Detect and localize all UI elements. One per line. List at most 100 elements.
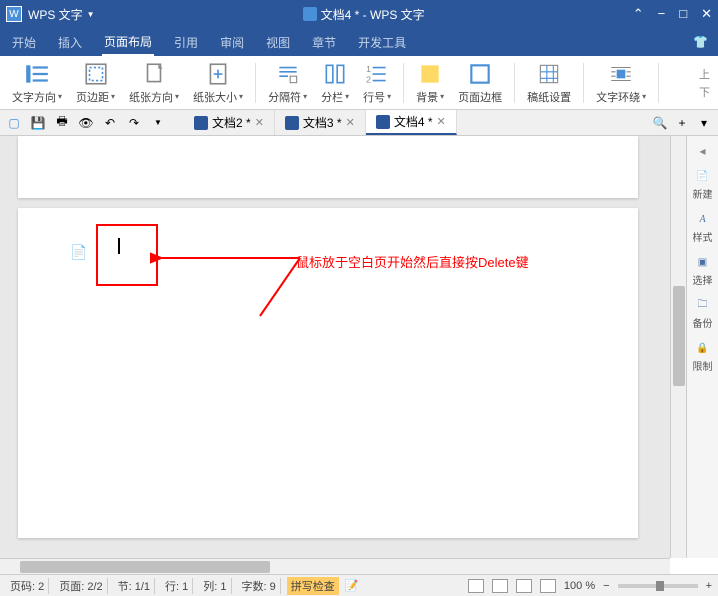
zoom-slider[interactable] bbox=[618, 584, 698, 588]
side-collapse-icon[interactable]: ◂ bbox=[699, 144, 705, 158]
vertical-scrollbar[interactable] bbox=[670, 136, 686, 558]
qat-save-icon[interactable]: 💾 bbox=[30, 115, 46, 131]
workspace: 📄 鼠标放于空白页开始然后直接按Delete键 ◂ 📄新建 A样式 ▣选择 🗀备… bbox=[0, 136, 718, 558]
select-icon: ▣ bbox=[695, 254, 711, 270]
view-mode-4[interactable] bbox=[540, 579, 556, 593]
ribbon-margins[interactable]: 页边距▾ bbox=[72, 59, 119, 107]
ribbon-background[interactable]: 背景▾ bbox=[412, 59, 448, 107]
ribbon-size[interactable]: 纸张大小▾ bbox=[189, 59, 247, 107]
app-dropdown-icon[interactable]: ▼ bbox=[87, 10, 95, 19]
status-page-code[interactable]: 页码: 2 bbox=[6, 578, 49, 594]
qat-new-icon[interactable]: ▢ bbox=[6, 115, 22, 131]
status-line[interactable]: 行: 1 bbox=[161, 578, 193, 594]
zoom-slider-thumb[interactable] bbox=[656, 581, 664, 591]
tab-list-icon[interactable]: ▾ bbox=[696, 115, 712, 131]
menu-view[interactable]: 视图 bbox=[264, 30, 292, 55]
page-1-bottom bbox=[18, 136, 638, 198]
status-draft-icon[interactable]: 📝 bbox=[345, 579, 359, 592]
side-select[interactable]: ▣选择 bbox=[693, 254, 713, 287]
status-section[interactable]: 节: 1/1 bbox=[114, 578, 155, 594]
status-spellcheck[interactable]: 拼写检查 bbox=[287, 577, 339, 595]
status-col[interactable]: 列: 1 bbox=[199, 578, 231, 594]
doc-tab-2[interactable]: 文档3 * ✕ bbox=[275, 110, 366, 135]
qat-dropdown-icon[interactable]: ▼ bbox=[150, 115, 166, 131]
size-icon bbox=[204, 61, 232, 87]
app-name: WPS 文字 bbox=[28, 6, 83, 23]
text-direction-icon bbox=[23, 61, 51, 87]
scroll-thumb[interactable] bbox=[20, 561, 270, 573]
annotation-box bbox=[96, 224, 158, 286]
wrap-icon bbox=[607, 61, 635, 87]
minimize-button[interactable]: − bbox=[658, 6, 666, 22]
menu-page-layout[interactable]: 页面布局 bbox=[102, 29, 154, 56]
page-border-icon bbox=[466, 61, 494, 87]
document-title: 文档4 * - WPS 文字 bbox=[321, 6, 425, 23]
zoom-out-button[interactable]: − bbox=[603, 580, 609, 592]
grid-paper-icon bbox=[535, 61, 563, 87]
menu-references[interactable]: 引用 bbox=[172, 30, 200, 55]
menu-start[interactable]: 开始 bbox=[10, 30, 38, 55]
orientation-icon bbox=[140, 61, 168, 87]
annotation-text: 鼠标放于空白页开始然后直接按Delete键 bbox=[296, 252, 529, 271]
side-new[interactable]: 📄新建 bbox=[693, 168, 713, 201]
side-style[interactable]: A样式 bbox=[693, 211, 713, 244]
qat-preview-icon[interactable]: 👁 bbox=[78, 115, 94, 131]
ribbon-columns[interactable]: 分栏▾ bbox=[317, 59, 353, 107]
ribbon: 文字方向▾ 页边距▾ 纸张方向▾ 纸张大小▾ 分隔符▾ 分栏▾ 12 行号▾ 背… bbox=[0, 56, 718, 110]
menu-bar: 开始 插入 页面布局 引用 审阅 视图 章节 开发工具 👕 bbox=[0, 28, 718, 56]
margins-icon bbox=[82, 61, 110, 87]
document-area[interactable]: 📄 鼠标放于空白页开始然后直接按Delete键 bbox=[0, 136, 670, 558]
word-doc-icon bbox=[376, 115, 390, 129]
background-icon bbox=[416, 61, 444, 87]
maximize-button[interactable]: □ bbox=[679, 6, 687, 22]
close-button[interactable]: ✕ bbox=[701, 6, 712, 22]
qat-print-icon[interactable]: 🖶 bbox=[54, 115, 70, 131]
view-mode-2[interactable] bbox=[492, 579, 508, 593]
ribbon-grid-paper[interactable]: 稿纸设置 bbox=[523, 59, 575, 107]
ribbon-line-numbers[interactable]: 12 行号▾ bbox=[359, 59, 395, 107]
ribbon-text-direction[interactable]: 文字方向▾ bbox=[8, 59, 66, 107]
menu-insert[interactable]: 插入 bbox=[56, 30, 84, 55]
add-tab-icon[interactable]: + bbox=[674, 115, 690, 131]
side-restrict[interactable]: 🔒限制 bbox=[693, 340, 713, 373]
svg-text:2: 2 bbox=[366, 74, 371, 84]
text-cursor bbox=[118, 238, 120, 254]
close-icon[interactable]: ✕ bbox=[437, 115, 446, 128]
side-backup[interactable]: 🗀备份 bbox=[693, 297, 713, 330]
ribbon-orientation[interactable]: 纸张方向▾ bbox=[125, 59, 183, 107]
word-doc-icon bbox=[194, 116, 208, 130]
ribbon-collapse-icon[interactable]: ⌃ bbox=[633, 6, 644, 22]
zoom-level[interactable]: 100 % bbox=[564, 580, 595, 592]
svg-text:1: 1 bbox=[366, 63, 371, 73]
menu-chapter[interactable]: 章节 bbox=[310, 30, 338, 55]
status-words[interactable]: 字数: 9 bbox=[238, 578, 281, 594]
menu-review[interactable]: 审阅 bbox=[218, 30, 246, 55]
doc-tab-3[interactable]: 文档4 * ✕ bbox=[366, 110, 457, 135]
qat-redo-icon[interactable]: ↷ bbox=[126, 115, 142, 131]
view-mode-1[interactable] bbox=[468, 579, 484, 593]
qat-undo-icon[interactable]: ↶ bbox=[102, 115, 118, 131]
menu-devtools[interactable]: 开发工具 bbox=[356, 30, 408, 55]
ribbon-breaks[interactable]: 分隔符▾ bbox=[264, 59, 311, 107]
new-icon: 📄 bbox=[695, 168, 711, 184]
search-icon[interactable]: 🔍 bbox=[652, 115, 668, 131]
backup-icon: 🗀 bbox=[695, 297, 711, 313]
ribbon-wrap[interactable]: 文字环绕▾ bbox=[592, 59, 650, 107]
skin-icon[interactable]: 👕 bbox=[693, 35, 708, 49]
scroll-thumb[interactable] bbox=[673, 286, 685, 386]
doc-tab-1[interactable]: 文档2 * ✕ bbox=[184, 110, 275, 135]
breaks-icon bbox=[274, 61, 302, 87]
status-page-view[interactable]: 页面: 2/2 bbox=[55, 578, 107, 594]
close-icon[interactable]: ✕ bbox=[346, 116, 355, 129]
line-numbers-icon: 12 bbox=[363, 61, 391, 87]
close-icon[interactable]: ✕ bbox=[255, 116, 264, 129]
status-bar: 页码: 2 页面: 2/2 节: 1/1 行: 1 列: 1 字数: 9 拼写检… bbox=[0, 574, 718, 596]
ribbon-extra[interactable]: 上 下 bbox=[699, 66, 710, 100]
horizontal-scrollbar[interactable] bbox=[0, 558, 670, 574]
view-mode-3[interactable] bbox=[516, 579, 532, 593]
paragraph-mark-icon: 📄 bbox=[70, 244, 87, 261]
zoom-in-button[interactable]: + bbox=[706, 580, 712, 592]
doc-icon bbox=[303, 7, 317, 21]
ribbon-page-border[interactable]: 页面边框 bbox=[454, 59, 506, 107]
document-tabs: 文档2 * ✕ 文档3 * ✕ 文档4 * ✕ bbox=[184, 110, 457, 135]
